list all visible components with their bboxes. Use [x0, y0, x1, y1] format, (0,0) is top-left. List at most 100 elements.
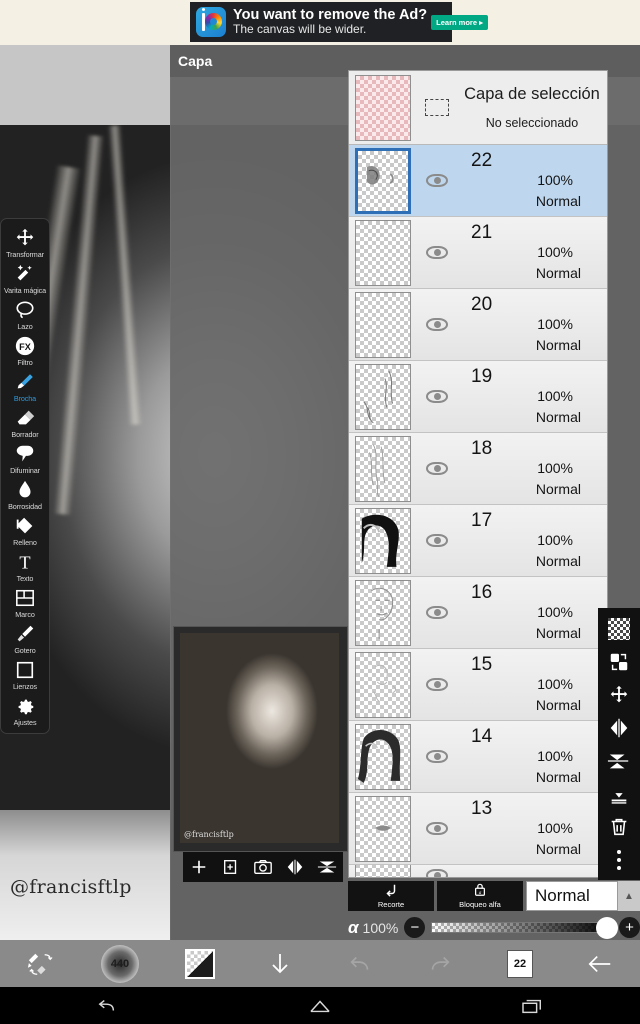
tool-borrador[interactable]: Borrador	[1, 404, 49, 440]
tool-filtro[interactable]: FX Filtro	[1, 332, 49, 368]
tool-relleno[interactable]: Relleno	[1, 512, 49, 548]
layer-thumbnail[interactable]	[355, 363, 411, 430]
canvas-preview-panel[interactable]: @francisftlp	[173, 626, 348, 852]
svg-text:FX: FX	[19, 342, 32, 352]
flip-horizontal-icon[interactable]	[604, 714, 634, 742]
android-back-icon[interactable]	[77, 987, 137, 1024]
alpha-symbol: α	[348, 917, 359, 937]
minus-icon[interactable]: −	[404, 917, 426, 938]
layer-row[interactable]: 19 100% Normal	[349, 361, 607, 433]
move-layer-icon[interactable]	[604, 681, 634, 709]
add-layer-icon[interactable]	[218, 855, 244, 879]
tool-label: Brocha	[13, 394, 37, 403]
ad-banner[interactable]: You want to remove the Ad? The canvas wi…	[190, 2, 488, 42]
layer-thumbnail[interactable]	[355, 291, 411, 358]
download-arrow-icon[interactable]	[240, 940, 320, 987]
layer-row[interactable]: 16 100% Normal	[349, 577, 607, 649]
tool-ajustes[interactable]: Ajustes	[1, 692, 49, 728]
layer-row[interactable]: 15 100% Normal	[349, 649, 607, 721]
tool-lienzos[interactable]: Lienzos	[1, 656, 49, 692]
ad-banner-strip: You want to remove the Ad? The canvas wi…	[0, 0, 640, 45]
layer-visibility-toggle[interactable]	[411, 246, 463, 259]
layer-opacity: 100%	[537, 747, 573, 764]
layer-row[interactable]: 14 100% Normal	[349, 721, 607, 793]
layer-info: 16 100% Normal	[463, 580, 601, 646]
layer-visibility-toggle[interactable]	[411, 869, 463, 877]
layer-visibility-toggle[interactable]	[411, 678, 463, 691]
layer-row[interactable]: 18 100% Normal	[349, 433, 607, 505]
blend-mode-select[interactable]: Normal	[526, 881, 618, 911]
layer-visibility-toggle[interactable]	[411, 318, 463, 331]
layer-row[interactable]: 21 100% Normal	[349, 217, 607, 289]
layer-visibility-toggle[interactable]	[411, 750, 463, 763]
back-arrow-icon[interactable]	[560, 940, 640, 987]
opacity-slider-handle[interactable]	[596, 916, 618, 939]
layer-blend-mode: Normal	[535, 192, 581, 209]
layer-thumbnail[interactable]	[355, 219, 411, 286]
layer-row[interactable]: 22 100% Normal	[349, 145, 607, 217]
tool-varita-magica[interactable]: Varita mágica	[1, 260, 49, 296]
layer-thumbnail[interactable]	[355, 723, 411, 790]
layer-visibility-toggle[interactable]	[411, 606, 463, 619]
layer-thumbnail[interactable]	[355, 435, 411, 502]
layer-visibility-toggle[interactable]	[411, 462, 463, 475]
preview-toolbar	[183, 852, 343, 882]
layer-visibility-toggle[interactable]	[411, 822, 463, 835]
android-home-icon[interactable]	[290, 987, 350, 1024]
tool-difuminar[interactable]: Difuminar	[1, 440, 49, 476]
layer-thumbnail[interactable]	[355, 795, 411, 862]
clipping-button[interactable]: Recorte	[348, 881, 434, 911]
layer-blend-mode: Normal	[535, 696, 581, 713]
layer-thumbnail[interactable]	[355, 865, 411, 877]
flip-horizontal-icon[interactable]	[282, 855, 308, 879]
opacity-slider-track[interactable]	[431, 916, 618, 939]
flip-vertical-icon[interactable]	[604, 747, 634, 775]
color-swatch-icon[interactable]	[160, 940, 240, 987]
more-vertical-icon[interactable]	[604, 846, 634, 874]
layer-visibility-toggle[interactable]	[411, 390, 463, 403]
layers-count: 22	[513, 957, 527, 970]
tool-transformar[interactable]: Transformar	[1, 224, 49, 260]
plus-icon[interactable]	[186, 855, 212, 879]
layer-blend-mode: Normal	[535, 264, 581, 281]
layer-row[interactable]: 20 100% Normal	[349, 289, 607, 361]
layers-icon[interactable]: 22	[480, 940, 560, 987]
tool-brocha[interactable]: Brocha	[1, 368, 49, 404]
android-recents-icon[interactable]	[503, 987, 563, 1024]
tool-gotero[interactable]: Gotero	[1, 620, 49, 656]
brush-eraser-swap-icon[interactable]	[0, 940, 80, 987]
layer-thumbnail[interactable]	[355, 147, 411, 214]
layer-thumbnail[interactable]	[355, 651, 411, 718]
layer-row[interactable]: 17 100% Normal	[349, 505, 607, 577]
layer-thumbnail[interactable]	[355, 579, 411, 646]
redo-icon[interactable]	[400, 940, 480, 987]
selection-layer-row[interactable]: Capa de selección No seleccionado	[349, 71, 607, 145]
layer-thumbnail[interactable]	[355, 507, 411, 574]
tool-borrosidad[interactable]: Borrosidad	[1, 476, 49, 512]
layer-row[interactable]: 13 100% Normal	[349, 793, 607, 865]
trash-icon[interactable]	[604, 813, 634, 841]
flip-vertical-icon[interactable]	[314, 855, 340, 879]
tool-lazo[interactable]: Lazo	[1, 296, 49, 332]
brush-size-button[interactable]: 440	[80, 940, 160, 987]
duplicate-layer-icon[interactable]	[604, 648, 634, 676]
layer-info: 17 100% Normal	[463, 508, 601, 574]
layer-row[interactable]: 12	[349, 865, 607, 877]
tool-texto[interactable]: T Texto	[1, 548, 49, 584]
merge-down-icon[interactable]	[604, 780, 634, 808]
undo-icon[interactable]	[320, 940, 400, 987]
layer-visibility-toggle[interactable]	[411, 534, 463, 547]
layer-list-panel[interactable]: Capa de selección No seleccionado 22 100…	[348, 70, 608, 878]
chevron-up-icon[interactable]: ▲	[618, 881, 640, 911]
ad-learn-more-button[interactable]: Learn more ▸	[431, 14, 488, 30]
layer-info: 13 100% Normal	[463, 796, 601, 862]
tool-label: Borrador	[11, 430, 39, 439]
layer-visibility-toggle[interactable]	[411, 174, 463, 187]
canvas-watermark: @francisftlp	[10, 876, 132, 898]
alpha-lock-button[interactable]: a Bloqueo alfa	[437, 881, 523, 911]
camera-icon[interactable]	[250, 855, 276, 879]
transparency-checker-icon[interactable]	[604, 615, 634, 643]
plus-icon[interactable]: +	[619, 917, 640, 938]
eye-icon	[426, 869, 448, 877]
tool-marco[interactable]: Marco	[1, 584, 49, 620]
